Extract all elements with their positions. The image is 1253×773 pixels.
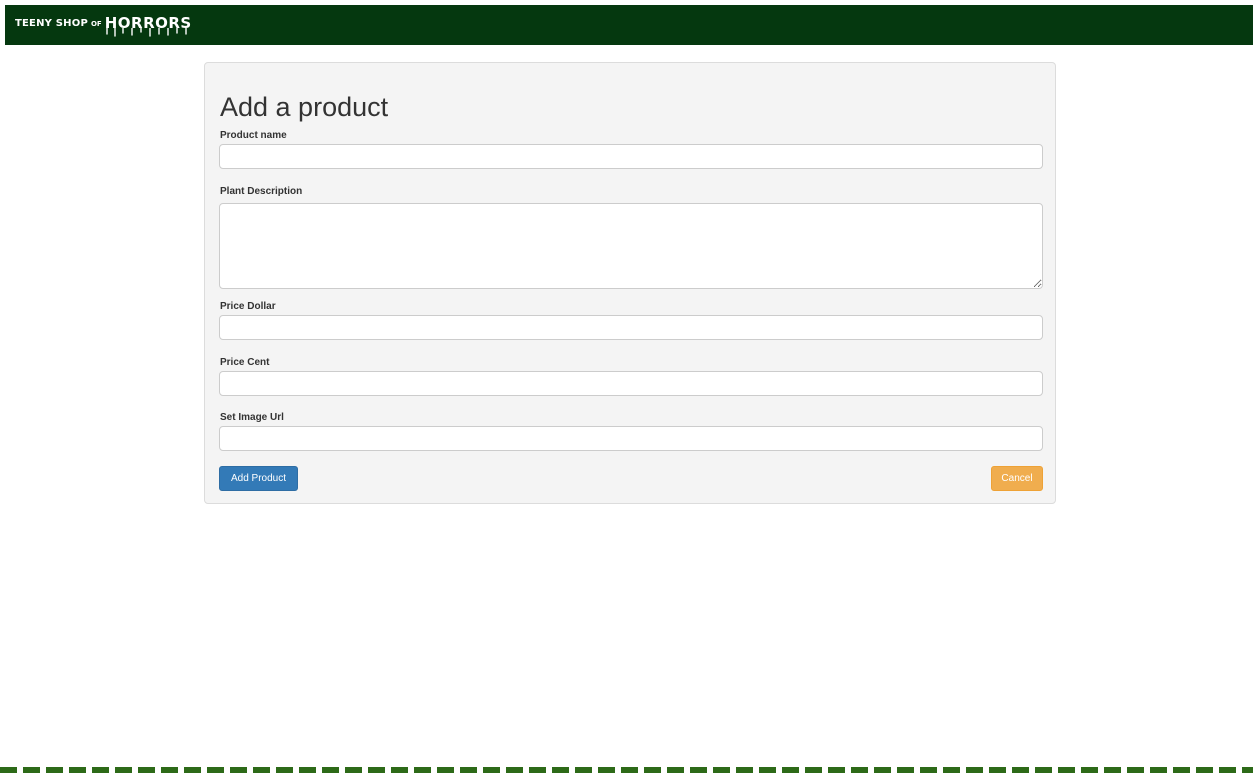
brand-teeny-text: TEENY SHOP (15, 18, 88, 29)
image-url-label: Set Image Url (220, 412, 284, 423)
price-dollar-label: Price Dollar (220, 301, 276, 312)
top-navbar: TEENY SHOP OF HORRORS (5, 5, 1253, 45)
product-name-label: Product name (220, 130, 287, 141)
price-cent-input[interactable] (219, 371, 1043, 396)
brand-horrors-group: HORRORS (105, 14, 192, 37)
add-product-form: Add a product Product name Plant Descrip… (204, 62, 1056, 504)
brand-logo[interactable]: TEENY SHOP OF HORRORS (15, 14, 192, 37)
price-dollar-input[interactable] (219, 315, 1043, 340)
price-cent-label: Price Cent (220, 357, 270, 368)
cancel-button[interactable]: Cancel (991, 466, 1043, 491)
add-product-button[interactable]: Add Product (219, 466, 298, 491)
page-title: Add a product (220, 92, 389, 122)
product-name-input[interactable] (219, 144, 1043, 169)
footer-stripe (0, 767, 1253, 773)
blood-drip-icon (106, 28, 187, 37)
plant-description-textarea[interactable] (219, 203, 1043, 289)
image-url-input[interactable] (219, 426, 1043, 451)
brand-of-text: OF (90, 20, 102, 28)
plant-description-label: Plant Description (220, 186, 303, 197)
